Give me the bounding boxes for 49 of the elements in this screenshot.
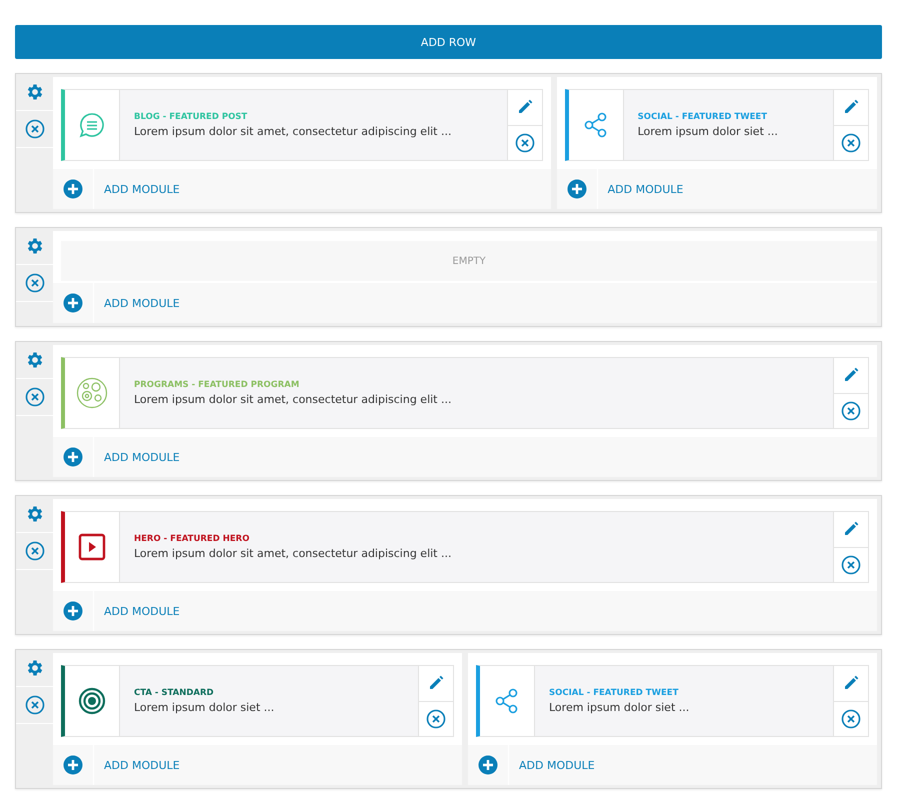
close-icon[interactable] [24,119,44,139]
module-text: Lorem ipsum dolor sit amet, consectetur adipiscing elit ... [134,393,452,406]
pencil-icon[interactable] [843,521,859,538]
add-icon[interactable] [566,179,587,199]
module-title: SOCIAL - FEATURED TWEET [549,688,680,698]
close-icon[interactable] [514,132,535,153]
add-icon[interactable] [63,447,83,467]
module-text: Lorem ipsum dolor siet ... [134,701,276,714]
gears-circle-icon [76,377,108,409]
empty-label: EMPTY [452,256,486,266]
module-title: BLOG - FEATURED POST [134,112,248,122]
pencil-icon[interactable] [843,99,859,116]
add-icon[interactable] [63,293,83,313]
close-icon[interactable] [426,708,446,729]
module-text: Lorem ipsum dolor siet ... [638,125,779,138]
close-icon[interactable] [24,387,44,407]
close-icon[interactable] [841,708,861,729]
add-icon[interactable] [63,179,83,199]
module-title: PROGRAMS - FEATURED PROGRAM [134,380,300,390]
add-module-button[interactable]: ADD MODULE [509,758,595,772]
add-icon[interactable] [478,755,498,775]
close-icon[interactable] [841,132,861,153]
add-module-button[interactable]: ADD MODULE [94,758,180,772]
close-icon[interactable] [841,554,861,575]
add-icon[interactable] [63,601,83,621]
close-icon[interactable] [24,695,44,715]
chat-bubble-icon [78,111,106,139]
close-icon[interactable] [24,273,44,293]
module-title: HERO - FEATURED HERO [134,534,250,544]
module-text: Lorem ipsum dolor sit amet, consectetur adipiscing elit ... [134,547,452,560]
add-module-button[interactable]: ADD MODULE [94,604,180,618]
module-text: Lorem ipsum dolor sit amet, consectetur adipiscing elit ... [134,125,452,138]
pencil-icon[interactable] [843,675,859,692]
add-module-button[interactable]: ADD MODULE [94,450,180,464]
add-module-button[interactable]: ADD MODULE [94,182,180,196]
pencil-icon[interactable] [428,675,444,692]
module-title: SOCIAL - FEATURED TWEET [638,112,768,122]
target-icon [78,687,106,715]
module-title: CTA - STANDARD [134,688,215,698]
pencil-icon[interactable] [516,99,533,116]
module-text: Lorem ipsum dolor siet ... [549,701,690,714]
pencil-icon[interactable] [843,367,859,384]
add-module-button[interactable]: ADD MODULE [94,296,180,310]
play-icon [78,533,106,561]
add-module-button[interactable]: ADD MODULE [598,182,684,196]
add-row-button[interactable]: ADD ROW [15,25,882,59]
close-icon[interactable] [24,541,44,561]
close-icon[interactable] [841,400,861,421]
add-icon[interactable] [63,755,83,775]
